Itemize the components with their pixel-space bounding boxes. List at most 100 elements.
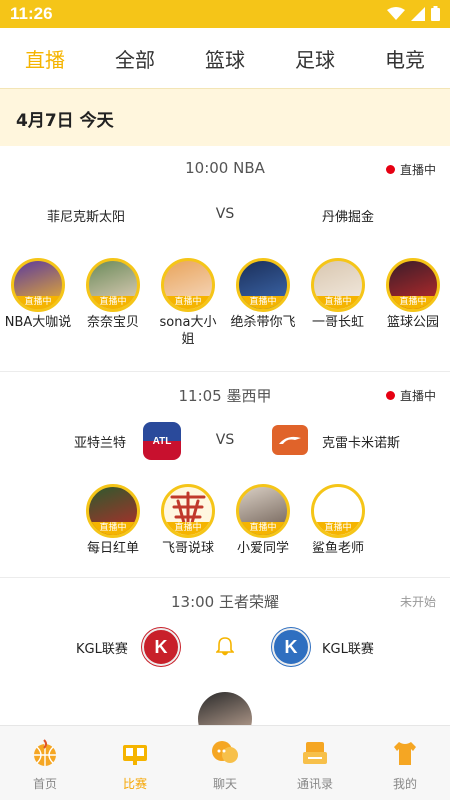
avatar bbox=[198, 692, 252, 725]
live-badge: 直播中 bbox=[314, 522, 362, 535]
nav-mine[interactable]: 我的 bbox=[365, 726, 445, 800]
nav-chat[interactable]: 聊天 bbox=[185, 726, 265, 800]
live-dot-icon bbox=[385, 391, 395, 400]
status-bar: 11:26 bbox=[0, 0, 450, 28]
anchor-name: 飞哥说球 bbox=[161, 541, 214, 556]
avatar: 直播中 bbox=[311, 484, 365, 538]
live-badge: 直播中 bbox=[239, 522, 287, 535]
anchor-name: NBA大咖说 bbox=[4, 315, 72, 330]
avatar: 直播中 bbox=[86, 484, 140, 538]
nav-matches[interactable]: 比赛 bbox=[95, 726, 175, 800]
status-label: 直播中 bbox=[399, 389, 436, 403]
anchor-item[interactable]: 直播中 奈奈宝贝 bbox=[79, 258, 147, 331]
wifi-icon bbox=[387, 6, 405, 20]
anchor-item[interactable]: 直播中 一哥长虹 bbox=[304, 258, 372, 331]
scoreboard-icon bbox=[123, 745, 147, 765]
contacts-icon bbox=[303, 742, 327, 764]
match-card[interactable]: 10:00 NBA 直播中 菲尼克斯太阳 VS 丹佛掘金 直播中 NBA大咖说 … bbox=[0, 146, 450, 372]
anchor-name: 小爱同学 bbox=[236, 541, 289, 556]
date-header: 4月7日 今天 bbox=[0, 88, 450, 146]
shirt-icon bbox=[394, 742, 416, 765]
anchor-item[interactable]: 直播中 每日红单 bbox=[79, 484, 147, 557]
avatar: 直播中 bbox=[236, 258, 290, 312]
clock: 11:26 bbox=[10, 4, 53, 23]
away-team: 丹佛掘金 bbox=[322, 210, 375, 225]
anchor-item[interactable]: 直播中 NBA大咖说 bbox=[4, 258, 72, 331]
match-header: 13:00 王者荣耀 未开始 bbox=[0, 578, 450, 624]
avatar: 直播中 bbox=[311, 258, 365, 312]
vs-label: VS bbox=[215, 206, 235, 222]
away-team: KGL联赛 bbox=[322, 642, 374, 657]
tab-live[interactable]: 直播 bbox=[0, 44, 90, 73]
match-header: 10:00 NBA 直播中 bbox=[0, 146, 450, 192]
logo-letter: K bbox=[154, 636, 168, 657]
anchor-name: sona大小姐 bbox=[159, 315, 217, 347]
anchor-item[interactable]: 直播中 sona大小姐 bbox=[154, 258, 222, 348]
cancun-logo-icon bbox=[272, 425, 308, 455]
anchor-item[interactable]: 直播中 鲨鱼老师 bbox=[304, 484, 372, 557]
live-status: 直播中 bbox=[385, 387, 436, 404]
tab-basketball[interactable]: 篮球 bbox=[180, 44, 270, 73]
live-badge: 直播中 bbox=[314, 296, 362, 309]
anchor-name: 奈奈宝贝 bbox=[86, 315, 139, 330]
match-card[interactable]: 11:05 墨西甲 直播中 亚特兰特 ATL VS 克雷卡米诺斯 直播中 每日红… bbox=[0, 372, 450, 578]
live-badge: 直播中 bbox=[89, 296, 137, 309]
anchor-item[interactable]: 直播中 小爱同学 bbox=[229, 484, 297, 557]
teams-row: 菲尼克斯太阳 VS 丹佛掘金 bbox=[0, 196, 450, 236]
live-dot-icon bbox=[385, 165, 395, 174]
live-badge: 直播中 bbox=[164, 522, 212, 535]
match-title: 10:00 NBA bbox=[185, 159, 265, 177]
anchor-item[interactable]: 直播中 飞哥说球 bbox=[154, 484, 222, 557]
live-badge: 直播中 bbox=[164, 296, 212, 309]
avatar: 直播中 bbox=[11, 258, 65, 312]
category-tabs: 直播 全部 篮球 足球 电竞 bbox=[0, 28, 450, 88]
basketball-icon bbox=[34, 739, 56, 766]
nav-label: 首页 bbox=[32, 777, 57, 791]
status-label: 直播中 bbox=[399, 163, 436, 177]
status-label: 未开始 bbox=[399, 595, 436, 609]
anchor-name: 鲨鱼老师 bbox=[311, 541, 364, 556]
tab-football[interactable]: 足球 bbox=[270, 44, 360, 73]
anchor-item[interactable]: 直播中 篮球公园 bbox=[379, 258, 447, 331]
home-team-logo: K bbox=[142, 628, 180, 666]
avatar: 直播中 bbox=[161, 258, 215, 312]
match-header: 11:05 墨西甲 直播中 bbox=[0, 372, 450, 418]
live-badge: 直播中 bbox=[89, 522, 137, 535]
anchor-name: 篮球公园 bbox=[386, 315, 439, 330]
nav-home[interactable]: 首页 bbox=[5, 726, 85, 800]
anchor-item[interactable] bbox=[191, 692, 259, 725]
match-title: 13:00 王者荣耀 bbox=[171, 593, 279, 611]
nav-label: 我的 bbox=[392, 777, 417, 791]
not-started-status: 未开始 bbox=[400, 593, 436, 610]
avatar: 直播中 bbox=[386, 258, 440, 312]
anchor-name: 一哥长虹 bbox=[311, 315, 364, 330]
nav-label: 聊天 bbox=[212, 777, 237, 791]
avatar: 直播中 bbox=[161, 484, 215, 538]
bell-icon[interactable] bbox=[216, 636, 234, 656]
home-team: KGL联赛 bbox=[76, 642, 128, 657]
tab-all[interactable]: 全部 bbox=[90, 44, 180, 73]
match-title: 11:05 墨西甲 bbox=[178, 387, 272, 405]
anchor-name: 绝杀带你飞 bbox=[230, 315, 296, 330]
anchor-name: 每日红单 bbox=[86, 541, 139, 556]
status-icons bbox=[387, 6, 440, 21]
avatar: 直播中 bbox=[236, 484, 290, 538]
logo-letter: K bbox=[284, 636, 298, 657]
away-team: 克雷卡米诺斯 bbox=[322, 436, 401, 451]
signal-icon bbox=[411, 6, 425, 21]
live-badge: 直播中 bbox=[14, 296, 62, 309]
battery-icon bbox=[431, 6, 440, 21]
teams-row: KGL联赛 K K KGL联赛 bbox=[0, 628, 450, 668]
away-team-logo: K bbox=[272, 628, 310, 666]
live-status: 直播中 bbox=[385, 161, 436, 178]
avatar: 直播中 bbox=[86, 258, 140, 312]
anchor-item[interactable]: 直播中 绝杀带你飞 bbox=[229, 258, 297, 331]
chat-bubble-icon bbox=[212, 741, 238, 763]
nav-label: 通讯录 bbox=[296, 777, 333, 791]
nav-contacts[interactable]: 通讯录 bbox=[275, 726, 355, 800]
date-label: 4月7日 今天 bbox=[16, 111, 114, 131]
live-badge: 直播中 bbox=[389, 296, 437, 309]
tab-esports[interactable]: 电竞 bbox=[360, 44, 450, 73]
match-card[interactable]: 13:00 王者荣耀 未开始 KGL联赛 K K KGL联赛 bbox=[0, 578, 450, 725]
live-badge: 直播中 bbox=[239, 296, 287, 309]
